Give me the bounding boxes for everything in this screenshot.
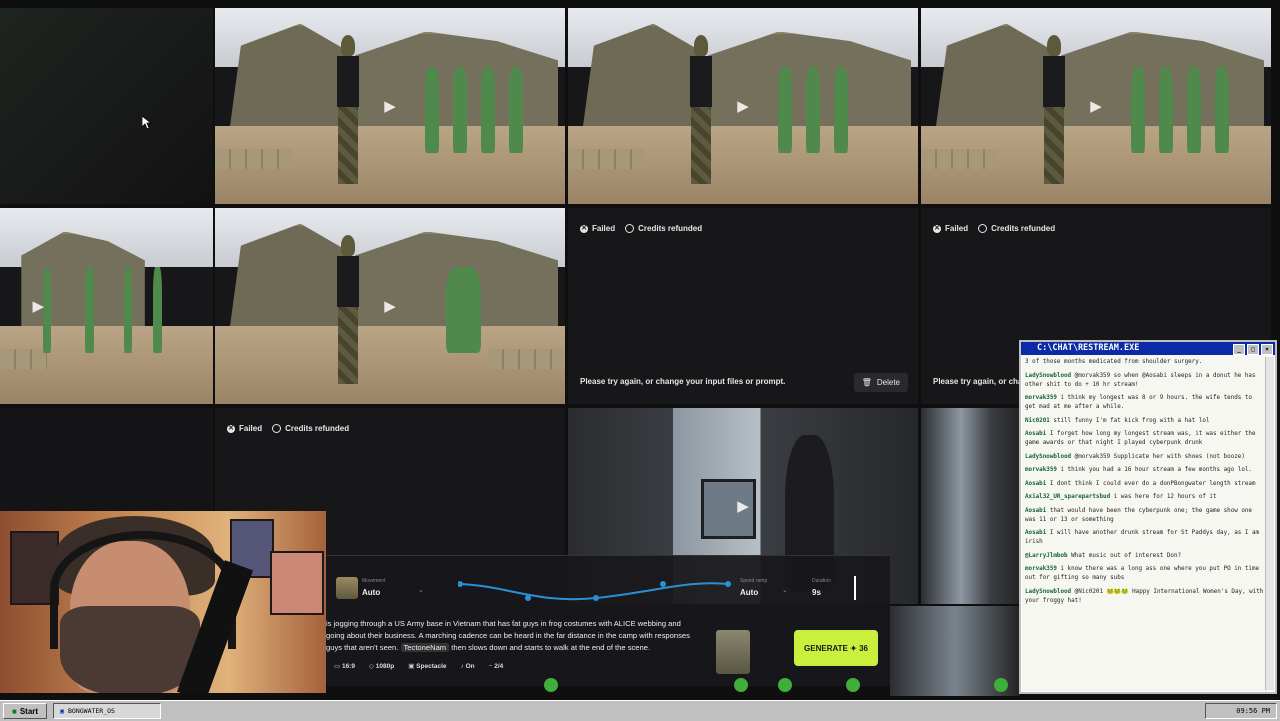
video-thumbnail[interactable]: ▶ [921, 8, 1271, 204]
taskbar: ■ Start ▣ BONGWATER_OS 09:56 PM [0, 700, 1280, 721]
chat-message: morvak359 i think my longest was 8 or 9 … [1025, 395, 1252, 410]
chat-message: morvak359 i know there was a long ass on… [1025, 566, 1260, 581]
speed-ramp-select[interactable]: Auto [740, 588, 758, 597]
audio-toggle[interactable]: ♪ On [461, 663, 475, 670]
failed-badge: ✕ Failed [227, 424, 263, 433]
windows-logo-icon: ■ [12, 706, 17, 716]
mention-chip[interactable]: TectoneNam [400, 643, 450, 652]
count-stepper[interactable]: − 2/4 [489, 663, 504, 670]
video-thumbnail[interactable]: ▶ [0, 208, 213, 404]
style-button[interactable]: ▣ Spectacle [408, 662, 446, 670]
webcam-overlay [0, 511, 326, 693]
duration-label: Duration [812, 578, 831, 584]
play-icon[interactable]: ▶ [737, 497, 749, 515]
video-thumbnail[interactable]: ▶ [215, 8, 565, 204]
motion-controls: Movement Auto ⌄ Speed ramp Auto ⌄ Durati… [336, 572, 880, 608]
minimize-icon[interactable]: _ [1233, 344, 1245, 355]
movement-label: Movement [362, 578, 386, 584]
info-icon [272, 424, 282, 433]
chat-message: LadySnowblood @morvak359 Supplicate her … [1025, 453, 1245, 460]
chat-scrollbar[interactable] [1265, 357, 1274, 690]
chevron-down-icon[interactable]: ⌄ [782, 586, 788, 594]
retry-message: Please try again, or char [933, 377, 1026, 386]
chat-window: C:\CHAT\RESTREAM.EXE _ □ × 3 of those mo… [1019, 340, 1277, 694]
trash-icon: 🗑 [861, 378, 872, 387]
frog-icon [778, 678, 792, 692]
chat-message: @LarryJlmbob What music out of interest … [1025, 552, 1182, 559]
speed-curve[interactable] [458, 576, 734, 606]
chat-messages: 3 of those months medicated from shoulde… [1025, 358, 1265, 688]
frog-icon [544, 678, 558, 692]
chat-message: Axial32_UR_sparepartsbud i was here for … [1025, 494, 1217, 500]
credits-refunded-badge: Credits refunded [272, 424, 349, 433]
chat-titlebar[interactable]: C:\CHAT\RESTREAM.EXE _ □ × [1021, 342, 1275, 355]
movement-thumbnail[interactable] [336, 577, 358, 599]
video-thumbnail[interactable]: ▶ [215, 208, 565, 404]
play-icon[interactable]: ▶ [384, 97, 396, 115]
chat-message: 3 of those months medicated from shoulde… [1025, 359, 1203, 365]
chat-message: Aosabi I dont think I could ever do a do… [1025, 480, 1256, 487]
frog-icon [994, 678, 1008, 692]
speed-ramp-label: Speed ramp [740, 578, 768, 584]
movement-select[interactable]: Auto [362, 588, 380, 597]
play-icon[interactable]: ▶ [384, 297, 396, 315]
chevron-down-icon[interactable]: ⌄ [418, 586, 424, 594]
chat-message: Nic0201 still funny I'm fat kick frog wi… [1025, 417, 1210, 424]
start-button[interactable]: ■ Start [3, 703, 48, 719]
generation-panel: Movement Auto ⌄ Speed ramp Auto ⌄ Durati… [326, 555, 890, 686]
close-icon[interactable]: × [1261, 344, 1273, 355]
system-tray: 09:56 PM [1205, 703, 1277, 719]
chat-message: Aosabi that would have been the cyberpun… [1025, 507, 1252, 523]
credits-refunded-badge: Credits refunded [978, 224, 1055, 233]
empty-tile [0, 8, 213, 204]
credit-icon: ✦ [850, 643, 857, 653]
play-icon[interactable]: ▶ [737, 97, 749, 115]
generation-options: ▭ 16:9 ◇ 1080p ▣ Spectacle ♪ On − 2/4 [334, 662, 504, 671]
generate-button[interactable]: GENERATE ✦ 36 [794, 630, 878, 666]
taskbar-window-item[interactable]: ▣ BONGWATER_OS [53, 703, 162, 719]
play-icon[interactable]: ▶ [33, 297, 45, 315]
reference-image-thumbnail[interactable] [716, 630, 750, 674]
frog-icon [846, 678, 860, 692]
duration-field[interactable]: 9s [812, 588, 821, 597]
duration-slider-handle[interactable] [854, 576, 856, 600]
maximize-icon[interactable]: □ [1247, 344, 1259, 355]
failed-generation-card: ✕ Failed Credits refunded Please try agai… [568, 208, 918, 404]
delete-button[interactable]: 🗑 Delete [853, 373, 908, 392]
chat-message: Aosabi I forget how long my longest stre… [1025, 431, 1256, 446]
resolution-button[interactable]: ◇ 1080p [369, 662, 394, 670]
empty-tile [0, 408, 213, 512]
frog-icon [734, 678, 748, 692]
failed-badge: ✕ Failed [580, 224, 616, 233]
clock: 09:56 PM [1236, 707, 1270, 715]
info-icon [978, 224, 988, 233]
credits-refunded-badge: Credits refunded [625, 224, 702, 233]
video-thumbnail[interactable]: ▶ [568, 8, 918, 204]
info-icon [625, 224, 635, 233]
prompt-input[interactable]: is jogging through a US Army base in Vie… [326, 618, 711, 654]
close-icon: ✕ [580, 224, 588, 233]
aspect-ratio-button[interactable]: ▭ 16:9 [334, 662, 355, 670]
video-thumbnail[interactable] [921, 408, 1021, 604]
close-icon: ✕ [933, 224, 941, 233]
chat-message: morvak359 i think you had a 16 hour stre… [1025, 467, 1252, 473]
window-icon: ▣ [60, 707, 64, 715]
failed-badge: ✕ Failed [933, 224, 969, 233]
chat-message: LadySnowblood @Nic0201 🐸🐸🐸 Happy Interna… [1025, 588, 1264, 604]
play-icon[interactable]: ▶ [1090, 97, 1102, 115]
chat-message: LadySnowblood @morvak359 so when @Aosabi… [1025, 372, 1256, 388]
chat-message: Aosabi I will have another drunk stream … [1025, 530, 1260, 545]
close-icon: ✕ [227, 424, 235, 433]
retry-message: Please try again, or change your input f… [580, 377, 786, 386]
